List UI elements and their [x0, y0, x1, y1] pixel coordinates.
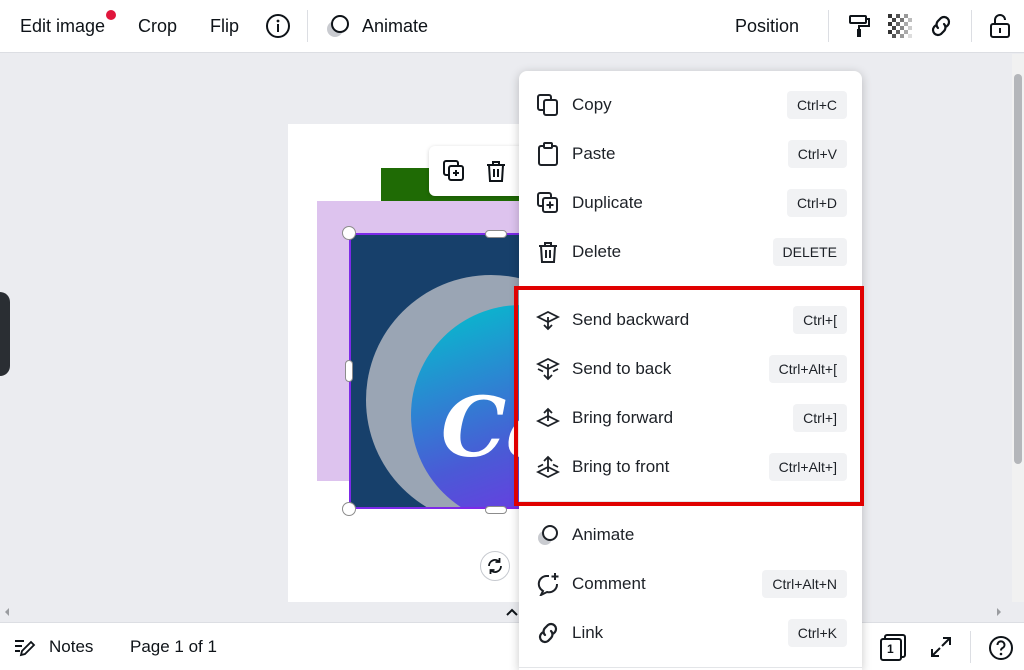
grid-view-button[interactable]: 1: [878, 633, 908, 661]
flip-button[interactable]: Flip: [210, 0, 239, 52]
edit-image-label: Edit image: [20, 15, 106, 36]
paint-roller-icon[interactable]: [845, 12, 873, 40]
link-icon[interactable]: [927, 12, 955, 40]
scroll-left-icon[interactable]: [2, 607, 12, 617]
flip-label: Flip: [210, 15, 240, 36]
fullscreen-icon[interactable]: [929, 635, 953, 664]
page-count-badge: 1: [887, 642, 894, 656]
trash-icon: [539, 242, 557, 263]
menu-label: Animate: [572, 525, 635, 544]
animate-icon: [538, 525, 558, 545]
rotate-handle[interactable]: [480, 551, 510, 581]
trash-icon[interactable]: [484, 159, 508, 188]
menu-label: Paste: [572, 144, 616, 163]
edit-image-button[interactable]: Edit image: [20, 0, 105, 52]
resize-handle-bottom[interactable]: [485, 506, 507, 514]
notes-label: Notes: [49, 637, 94, 656]
duplicate-icon: [537, 192, 558, 213]
selected-image[interactable]: Ca: [349, 233, 539, 509]
paste-icon: [538, 142, 558, 166]
shortcut-badge: Ctrl+C: [786, 91, 847, 119]
lock-icon[interactable]: [986, 12, 1014, 40]
menu-label: Copy: [572, 95, 612, 114]
crop-button[interactable]: Crop: [138, 0, 177, 52]
position-label: Position: [735, 15, 800, 36]
toolbar-divider: [971, 10, 972, 42]
info-icon[interactable]: [264, 12, 292, 40]
menu-item-copy[interactable]: Copy Ctrl+C: [519, 83, 862, 127]
page-indicator: Page 1 of 1: [130, 623, 217, 670]
notes-icon: [14, 637, 36, 662]
link-icon: [538, 622, 558, 644]
scroll-right-icon[interactable]: [994, 607, 1004, 617]
page-indicator-label: Page 1 of 1: [130, 637, 217, 656]
copy-icon: [537, 94, 558, 116]
menu-item-animate[interactable]: Animate: [519, 513, 862, 557]
shortcut-badge: Ctrl+Alt+N: [762, 570, 847, 598]
top-toolbar: Edit image Crop Flip Animate Position: [0, 0, 1024, 53]
shortcut-badge: Ctrl+D: [786, 189, 847, 217]
animate-label: Animate: [362, 15, 429, 36]
duplicate-icon[interactable]: [442, 159, 466, 188]
vertical-scroll-thumb[interactable]: [1014, 74, 1022, 464]
animate-button[interactable]: Animate: [362, 0, 428, 52]
rotate-icon: [488, 558, 502, 574]
side-panel-toggle[interactable]: [0, 292, 10, 376]
layer-options-highlight: [514, 286, 864, 506]
menu-label: Comment: [572, 574, 646, 593]
comment-icon: [537, 573, 559, 596]
menu-label: Link: [572, 623, 604, 642]
crop-label: Crop: [138, 15, 178, 36]
bottombar-divider: [970, 631, 971, 663]
help-icon[interactable]: [988, 635, 1014, 666]
toolbar-divider: [307, 10, 308, 42]
menu-item-paste[interactable]: Paste Ctrl+V: [519, 132, 862, 176]
vertical-scrollbar[interactable]: [1012, 54, 1024, 602]
menu-label: Duplicate: [572, 193, 643, 212]
floating-toolbar: [429, 146, 529, 196]
menu-label: Delete: [572, 242, 622, 261]
resize-handle-bottom-left[interactable]: [342, 502, 356, 516]
shortcut-badge: Ctrl+K: [787, 619, 847, 647]
menu-divider: [519, 667, 862, 668]
menu-item-duplicate[interactable]: Duplicate Ctrl+D: [519, 181, 862, 225]
shortcut-badge: DELETE: [772, 238, 847, 266]
bottom-bar: Notes Page 1 of 1 1: [0, 622, 1024, 670]
menu-item-comment[interactable]: Comment Ctrl+Alt+N: [519, 562, 862, 606]
notes-button[interactable]: Notes: [49, 623, 93, 670]
transparency-icon[interactable]: [886, 12, 914, 40]
menu-item-link[interactable]: Link Ctrl+K: [519, 611, 862, 655]
toolbar-divider: [828, 10, 829, 42]
animate-icon[interactable]: [324, 12, 352, 40]
menu-item-delete[interactable]: Delete DELETE: [519, 230, 862, 274]
shortcut-badge: Ctrl+V: [787, 140, 847, 168]
resize-handle-left[interactable]: [345, 360, 353, 382]
resize-handle-top[interactable]: [485, 230, 507, 238]
chevron-up-icon[interactable]: [506, 608, 518, 616]
resize-handle-top-left[interactable]: [342, 226, 356, 240]
position-button[interactable]: Position: [735, 0, 799, 52]
notification-dot: [106, 10, 116, 20]
